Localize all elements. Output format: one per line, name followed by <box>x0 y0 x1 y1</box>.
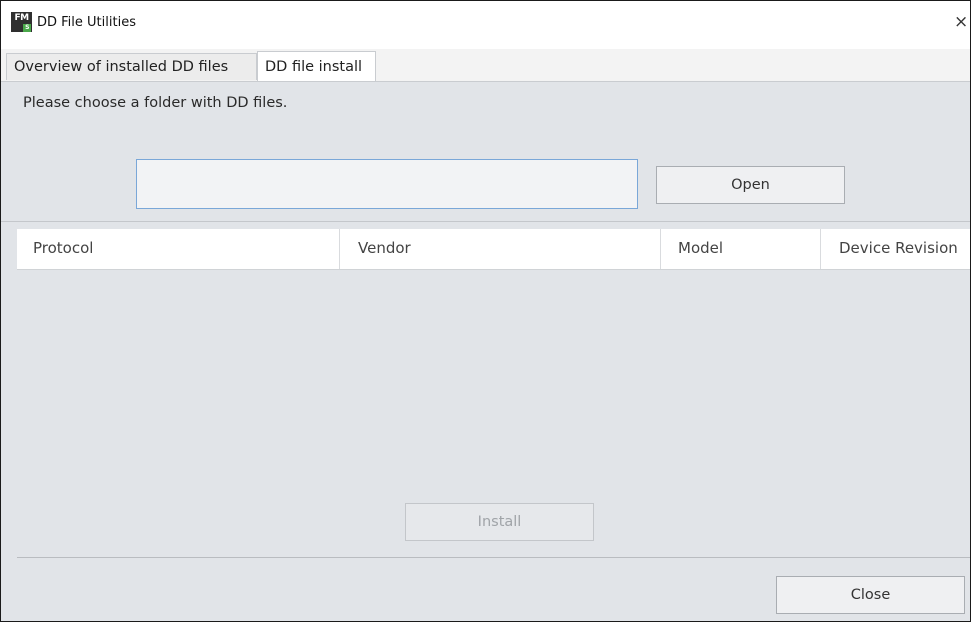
dd-files-table-body <box>17 270 970 500</box>
app-icon: FM S <box>11 12 32 32</box>
window-title: DD File Utilities <box>37 15 136 30</box>
install-button[interactable]: Install <box>405 503 594 541</box>
footer-divider <box>17 557 970 558</box>
column-header-device-revision[interactable]: Device Revision <box>820 229 970 269</box>
dd-file-utilities-window: FM S DD File Utilities × Overview of ins… <box>0 0 971 622</box>
tab-overview-installed-dd-files[interactable]: Overview of installed DD files <box>6 53 257 80</box>
tab-strip: Overview of installed DD files DD file i… <box>1 49 970 82</box>
close-window-icon[interactable]: × <box>954 12 968 32</box>
app-icon-text: FM <box>14 13 29 23</box>
app-icon-subtext: S <box>23 24 31 32</box>
folder-path-input[interactable] <box>136 159 638 209</box>
dd-files-table-header: Protocol Vendor Model Device Revision <box>17 229 970 270</box>
tab-dd-file-install[interactable]: DD file install <box>257 51 376 81</box>
close-button[interactable]: Close <box>776 576 965 614</box>
column-header-protocol[interactable]: Protocol <box>17 229 339 269</box>
column-header-model[interactable]: Model <box>660 229 820 269</box>
title-bar: FM S DD File Utilities × <box>1 1 970 49</box>
open-button[interactable]: Open <box>656 166 845 204</box>
folder-prompt: Please choose a folder with DD files. <box>23 95 288 111</box>
divider <box>1 221 970 222</box>
column-header-vendor[interactable]: Vendor <box>339 229 660 269</box>
